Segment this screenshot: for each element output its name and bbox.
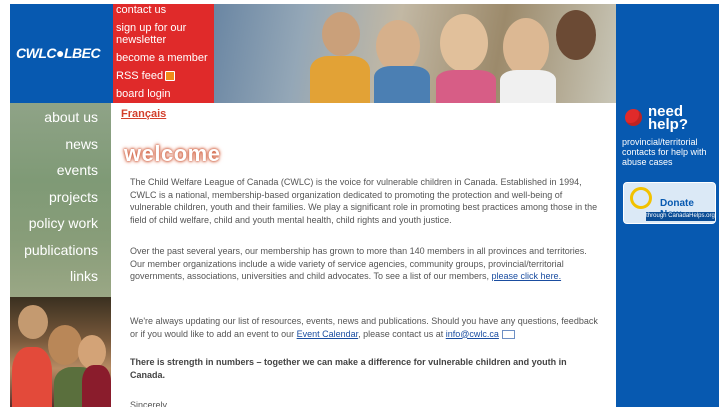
- header-photo: [214, 4, 616, 103]
- rss-icon: [165, 71, 176, 82]
- nav-item-news[interactable]: news: [65, 136, 98, 152]
- membership-paragraph: Over the past several years, our members…: [130, 245, 600, 283]
- welcome-heading: welcome: [124, 141, 221, 166]
- nav-item-links[interactable]: links: [70, 268, 98, 284]
- main-nav: about us news events projects policy wor…: [10, 103, 111, 297]
- event-calendar-link[interactable]: Event Calendar: [297, 329, 359, 339]
- strength-paragraph: There is strength in numbers – together …: [130, 357, 567, 380]
- contact-mid-text: , please contact us at: [358, 328, 444, 339]
- newsletter-signup-link[interactable]: sign up for our newsletter: [116, 22, 211, 46]
- board-login-link[interactable]: board login: [116, 88, 214, 100]
- contact-paragraph: We're always updating our list of resour…: [130, 315, 600, 340]
- donate-button[interactable]: Donate Now through CanadaHelps.org: [623, 182, 716, 224]
- cwlc-logo[interactable]: CWLC●LBEC: [16, 45, 101, 61]
- nav-item-events[interactable]: events: [57, 162, 98, 178]
- nav-item-publications[interactable]: publications: [24, 242, 98, 258]
- family-photo: [10, 297, 111, 407]
- rss-label: RSS feed: [116, 70, 164, 82]
- nav-item-projects[interactable]: projects: [49, 189, 98, 205]
- french-language-link[interactable]: Français: [121, 108, 166, 120]
- need-help-title: need help?: [648, 103, 688, 133]
- donate-sub-label: through CanadaHelps.org: [646, 212, 715, 221]
- header-links: contact us sign up for our newsletter be…: [113, 4, 214, 103]
- email-link[interactable]: info@cwlc.ca: [446, 329, 499, 339]
- right-sidebar: need help? provincial/territorial contac…: [616, 4, 719, 407]
- members-list-link[interactable]: please click here.: [492, 271, 562, 281]
- contact-us-link[interactable]: contact us: [116, 4, 214, 16]
- rss-feed-link[interactable]: RSS feed: [116, 70, 214, 82]
- intro-paragraph: The Child Welfare League of Canada (CWLC…: [130, 177, 598, 225]
- mail-icon[interactable]: [501, 329, 515, 339]
- nav-item-about-us[interactable]: about us: [44, 109, 98, 125]
- become-member-link[interactable]: become a member: [116, 52, 214, 64]
- need-help-icon: [625, 109, 642, 126]
- nav-item-policy-work[interactable]: policy work: [29, 215, 98, 231]
- closing-text: Sincerely,: [130, 400, 169, 407]
- need-help-description[interactable]: provincial/territorial contacts for help…: [622, 137, 717, 167]
- donate-icon: [630, 187, 652, 209]
- page: CWLC●LBEC contact us sign up for our new…: [0, 0, 719, 407]
- logo-area[interactable]: CWLC●LBEC: [10, 4, 113, 103]
